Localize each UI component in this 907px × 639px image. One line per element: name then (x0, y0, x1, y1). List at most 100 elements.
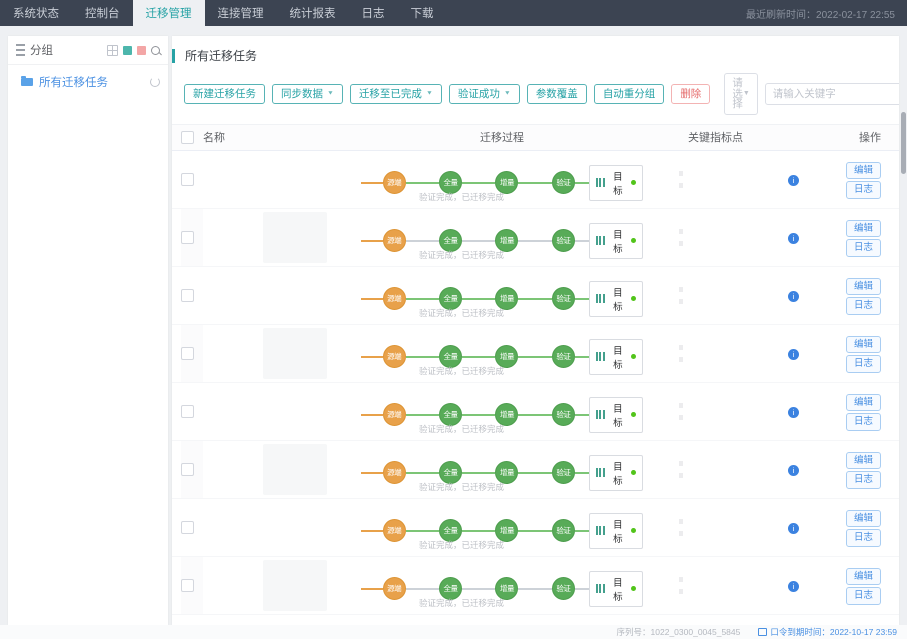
keyword-search-input[interactable] (764, 82, 899, 105)
delete-button[interactable]: 删除 (671, 83, 711, 104)
pipeline-step-node: 验证 (551, 229, 575, 252)
database-bars-icon (595, 236, 605, 245)
row-checkbox[interactable] (181, 346, 194, 360)
log-button[interactable]: 日志 (845, 297, 881, 315)
log-button[interactable]: 日志 (845, 239, 881, 257)
filter-select-value: 请选择 (732, 77, 743, 110)
nav-item[interactable]: 统计报表 (277, 0, 349, 26)
refresh-icon[interactable] (150, 77, 160, 87)
status-dot (631, 586, 636, 591)
list-icon (16, 44, 25, 56)
row-checkbox[interactable] (181, 172, 194, 186)
search-icon[interactable] (151, 45, 160, 55)
target-node: 目标 (588, 454, 643, 491)
edit-button[interactable]: 编辑 (845, 393, 881, 411)
edit-button[interactable]: 编辑 (845, 277, 881, 295)
table-row: 源端全量增量验证目标 验证完成，已迁移完成 i 编辑日志 (172, 324, 899, 383)
grid-icon[interactable] (107, 44, 118, 56)
info-icon[interactable]: i (788, 233, 799, 244)
database-bars-icon (595, 526, 605, 535)
edit-button[interactable]: 编辑 (845, 509, 881, 527)
delete-group-icon[interactable] (137, 45, 146, 55)
pipeline-step-node: 验证 (551, 461, 575, 484)
table-row: 源端全量增量验证目标 验证完成，已迁移完成 i 编辑日志 (172, 440, 899, 499)
task-name-cell (203, 615, 361, 626)
add-group-icon[interactable] (123, 45, 132, 55)
info-icon[interactable]: i (788, 523, 799, 534)
row-checkbox[interactable] (181, 404, 194, 418)
toolbar-action-button[interactable]: 参数覆盖 (526, 83, 587, 104)
target-label: 目标 (613, 229, 623, 255)
log-button[interactable]: 日志 (845, 587, 881, 605)
table-row: 源端全量增量验证目标 验证完成，已迁移完成 i 编辑日志 (172, 383, 899, 441)
filter-select[interactable]: 请选择 ▼ (724, 73, 758, 115)
nav-item[interactable]: 连接管理 (205, 0, 277, 26)
nav-item[interactable]: 下载 (398, 0, 447, 26)
new-task-button[interactable]: 新建迁移任务 (184, 83, 265, 104)
log-button[interactable]: 日志 (845, 471, 881, 489)
nav-item[interactable]: 日志 (349, 0, 398, 26)
title-accent-bar (172, 48, 175, 63)
chevron-down-icon: ▼ (327, 90, 334, 97)
license-expiry-label: 口令到期时间：2022-10-17 23:59 (758, 626, 897, 638)
table-header: 名称 迁移过程 关键指标点 操作 (172, 123, 899, 151)
row-actions-cell: 编辑日志 (812, 218, 899, 257)
serial-number-label: 序列号：1022_0300_0045_5845 (616, 627, 741, 637)
info-icon[interactable]: i (788, 175, 799, 186)
log-button[interactable]: 日志 (845, 413, 881, 431)
task-name-cell (203, 441, 361, 498)
target-label: 目标 (613, 403, 623, 429)
column-progress: 迁移过程 (480, 132, 524, 144)
edit-button[interactable]: 编辑 (845, 335, 881, 353)
log-button[interactable]: 日志 (845, 355, 881, 373)
row-actions-cell: 编辑日志 (812, 566, 899, 605)
row-actions-cell: 编辑日志 (812, 450, 899, 489)
edit-button[interactable]: 编辑 (845, 219, 881, 237)
row-checkbox[interactable] (181, 462, 194, 476)
info-icon[interactable]: i (788, 349, 799, 360)
progress-cell: 源端全量增量验证目标 验证完成，已迁移完成 (361, 615, 643, 626)
edit-button[interactable]: 编辑 (845, 451, 881, 469)
row-checkbox[interactable] (181, 230, 194, 244)
edit-button[interactable]: 编辑 (845, 161, 881, 179)
pipeline-step-node: 验证 (551, 519, 575, 542)
edit-button[interactable]: 编辑 (845, 567, 881, 585)
toolbar: 新建迁移任务 同步数据 ▼ 迁移至已完成 ▼ 验证成功 ▼ 参数覆盖 自动重分组 删除 请选… (184, 73, 899, 115)
database-bars-icon (595, 468, 605, 477)
pipeline-step-node: 验证 (551, 577, 575, 600)
folder-icon (21, 76, 33, 86)
status-bar: 序列号：1022_0300_0045_5845 口令到期时间：2022-10-1… (0, 625, 907, 639)
log-button[interactable]: 日志 (845, 529, 881, 547)
pipeline-caption: 验证完成，已迁移完成 (419, 365, 505, 376)
toolbar-action-button[interactable]: 自动重分组 (593, 83, 665, 104)
row-actions-cell: 编辑日志 (812, 508, 899, 547)
select-all-checkbox[interactable] (181, 130, 194, 144)
info-icon[interactable]: i (788, 465, 799, 476)
info-icon[interactable]: i (788, 581, 799, 592)
main-panel: 所有迁移任务 新建迁移任务 同步数据 ▼ 迁移至已完成 ▼ 验证成功 ▼ 参数覆盖 自动重分… (172, 36, 899, 625)
nav-item[interactable]: 迁移管理 (132, 0, 205, 26)
task-name-cell (203, 325, 361, 382)
page-title: 所有迁移任务 (185, 49, 258, 63)
nav-item[interactable]: 系统状态 (0, 0, 72, 26)
log-button[interactable]: 日志 (845, 181, 881, 199)
progress-cell: 源端全量增量验证目标 验证完成，已迁移完成 (361, 557, 643, 614)
app-window: 系统状态 控制台 迁移管理 连接管理 统计报表 日志 下载 最近刷新时间：2022-02-1… (0, 0, 907, 639)
row-actions-cell: 编辑日志 (812, 334, 899, 373)
scrollbar[interactable] (901, 112, 906, 625)
scrollbar-thumb[interactable] (901, 112, 906, 174)
info-icon[interactable]: i (788, 291, 799, 302)
nav-item[interactable]: 控制台 (72, 0, 133, 26)
row-checkbox[interactable] (181, 578, 194, 592)
info-icon[interactable]: i (788, 407, 799, 418)
row-checkbox[interactable] (181, 288, 194, 302)
toolbar-dropdown-button[interactable]: 验证成功 ▼ (448, 83, 520, 104)
toolbar-dropdown-button[interactable]: 同步数据 ▼ (272, 83, 343, 104)
tree-item-all-tasks[interactable]: 所有迁移任务 (8, 65, 168, 99)
pipeline-caption: 验证完成，已迁移完成 (419, 249, 505, 260)
table-row: 源端全量增量验证目标 验证完成，已迁移完成 i 编辑日志 (172, 151, 899, 209)
toolbar-dropdown-button[interactable]: 迁移至已完成 ▼ (349, 83, 442, 104)
database-bars-icon (595, 410, 605, 419)
status-dot (631, 180, 636, 185)
row-checkbox[interactable] (181, 520, 194, 534)
